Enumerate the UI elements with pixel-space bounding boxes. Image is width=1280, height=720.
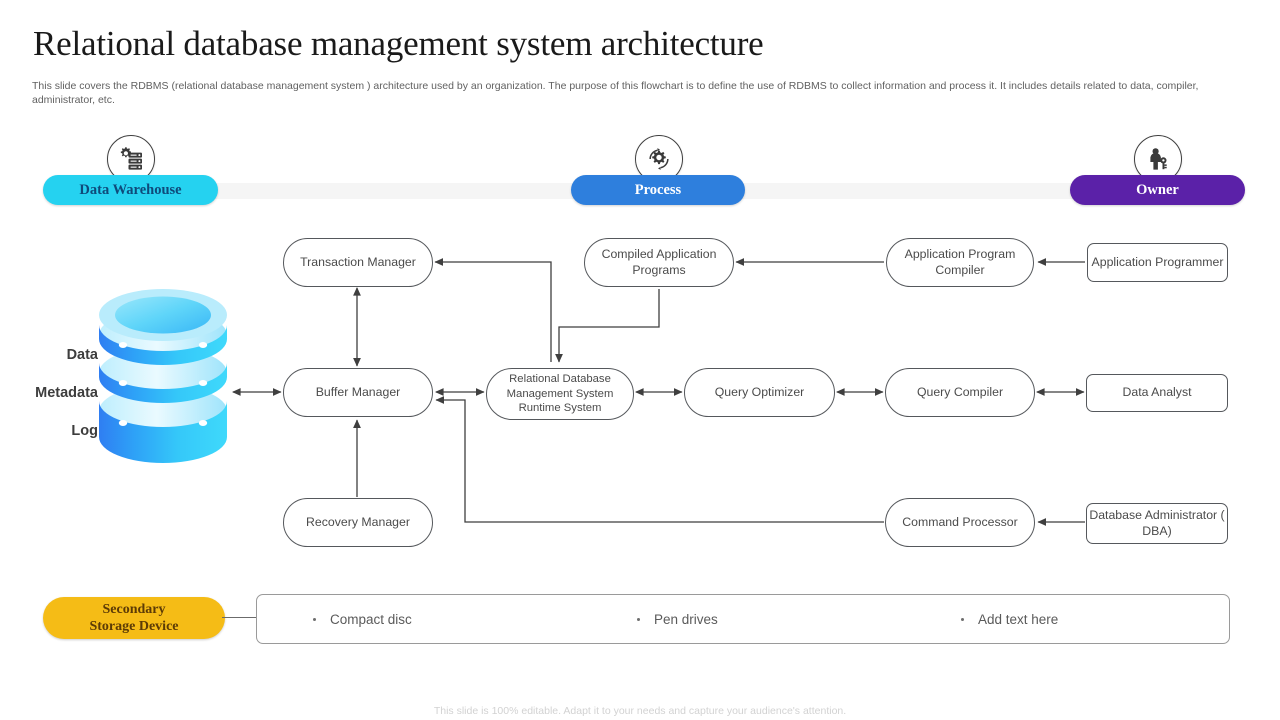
secondary-storage-label-line2: Storage Device <box>89 619 179 634</box>
node-data-analyst[interactable]: Data Analyst <box>1086 374 1228 412</box>
secondary-storage-device-badge[interactable]: Secondary Storage Device <box>43 597 225 639</box>
node-buffer-manager[interactable]: Buffer Manager <box>283 368 433 417</box>
bullet-icon <box>637 617 640 621</box>
list-item[interactable]: Pen drives <box>581 612 905 627</box>
db-label-data: Data <box>66 347 98 363</box>
bullet-icon <box>313 617 316 621</box>
list-item-label: Pen drives <box>654 611 718 627</box>
list-item[interactable]: Compact disc <box>257 612 581 627</box>
node-transaction-manager[interactable]: Transaction Manager <box>283 238 433 287</box>
list-item[interactable]: Add text here <box>905 612 1229 627</box>
database-cylinder-icon <box>93 283 233 471</box>
slide-root: Relational database management system ar… <box>0 0 1280 720</box>
database-labels: Data Metadata Log <box>18 336 98 450</box>
db-label-log: Log <box>71 423 98 439</box>
bullet-icon <box>961 617 964 621</box>
node-rdbms-runtime-system[interactable]: Relational Database Management System Ru… <box>486 368 634 420</box>
secondary-storage-items: Compact disc Pen drives Add text here <box>256 594 1230 644</box>
secondary-storage-connector <box>222 617 258 619</box>
node-application-program-compiler[interactable]: Application Program Compiler <box>886 238 1034 287</box>
node-query-compiler[interactable]: Query Compiler <box>885 368 1035 417</box>
node-query-optimizer[interactable]: Query Optimizer <box>684 368 835 417</box>
node-application-programmer[interactable]: Application Programmer <box>1087 243 1228 282</box>
list-item-label: Add text here <box>978 611 1059 627</box>
node-command-processor[interactable]: Command Processor <box>885 498 1035 547</box>
db-label-metadata: Metadata <box>35 385 98 401</box>
node-compiled-application-programs[interactable]: Compiled Application Programs <box>584 238 734 287</box>
secondary-storage-label-line1: Secondary <box>102 602 166 617</box>
footer-note: This slide is 100% editable. Adapt it to… <box>433 705 847 717</box>
node-database-administrator[interactable]: Database Administrator ( DBA) <box>1086 503 1228 544</box>
list-item-label: Compact disc <box>330 611 412 627</box>
node-recovery-manager[interactable]: Recovery Manager <box>283 498 433 547</box>
